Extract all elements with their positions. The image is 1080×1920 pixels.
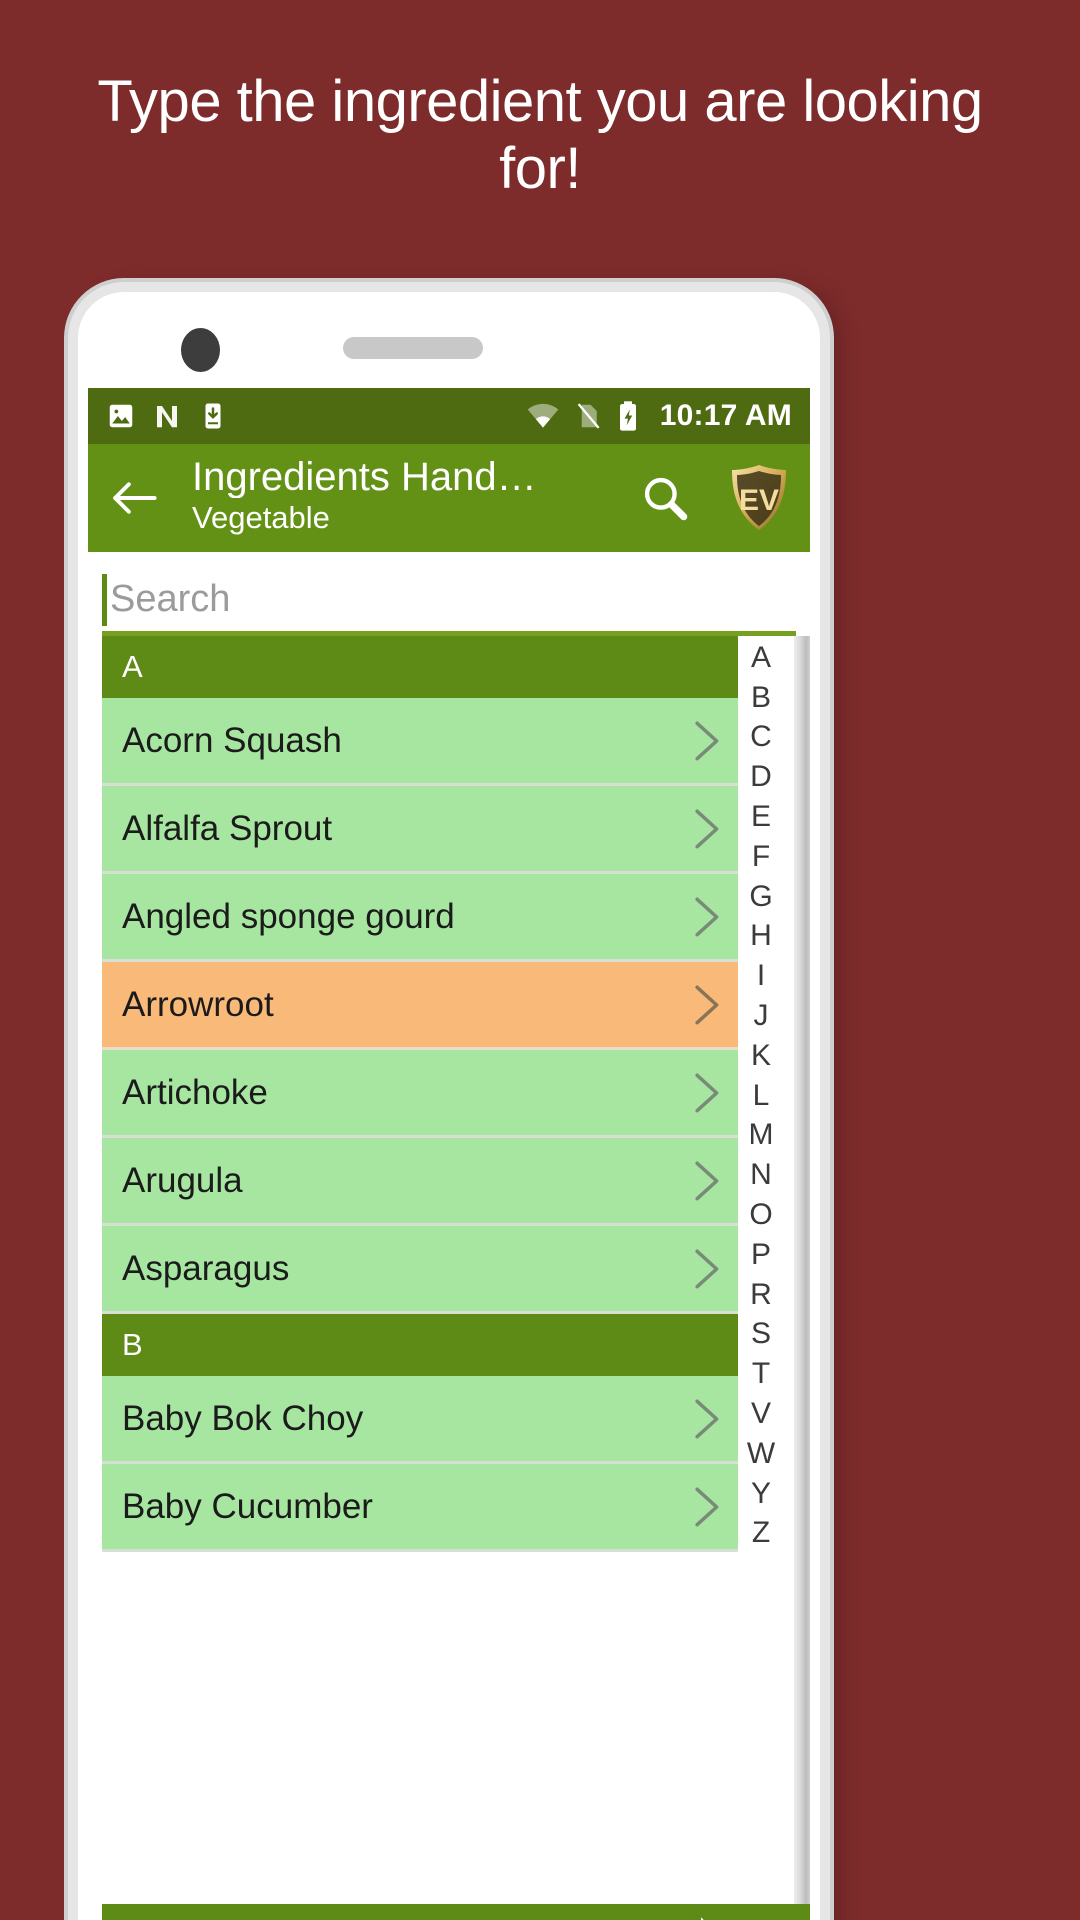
chevron-right-icon (695, 1073, 719, 1112)
chevron-right-icon (695, 897, 719, 936)
list-icon (429, 1915, 483, 1920)
list-item-label: Artichoke (122, 1072, 268, 1112)
list-item-label: Arrowroot (122, 984, 274, 1024)
alpha-index-letter[interactable]: N (738, 1155, 784, 1195)
no-sim-icon (577, 403, 600, 429)
bottom-navigation-bar (102, 1904, 810, 1920)
earpiece-speaker (343, 337, 483, 359)
list-item-label: Alfalfa Sprout (122, 808, 333, 848)
search-input[interactable]: Search (102, 568, 796, 636)
alpha-index-letter[interactable]: Z (738, 1514, 784, 1554)
list-item-label: Asparagus (122, 1248, 290, 1288)
alpha-index-letter[interactable]: K (738, 1036, 784, 1076)
phone-screen: 10:17 AM Ingredients Hand… Vegetable EV … (88, 302, 810, 1920)
status-bar-left-icons (106, 401, 228, 431)
alpha-index-letter[interactable]: F (738, 837, 784, 877)
back-arrow-icon (113, 482, 157, 514)
alpha-index-letter[interactable]: I (738, 956, 784, 996)
android-status-bar: 10:17 AM (88, 388, 810, 444)
alpha-index-letter[interactable]: P (738, 1235, 784, 1275)
alpha-index-letter[interactable]: J (738, 996, 784, 1036)
alpha-index-letter[interactable]: A (738, 638, 784, 678)
alpha-index-letter[interactable]: S (738, 1315, 784, 1355)
wifi-icon (527, 403, 559, 428)
list-item[interactable]: Angled sponge gourd (102, 874, 738, 962)
alpha-index-letter[interactable]: Y (738, 1474, 784, 1514)
promo-headline: Type the ingredient you are looking for! (97, 69, 983, 202)
nav-share-button[interactable] (617, 1912, 767, 1920)
list-item[interactable]: Artichoke (102, 1050, 738, 1138)
chevron-right-icon (695, 1487, 719, 1526)
list-item-label: Acorn Squash (122, 720, 342, 760)
list-item[interactable]: Acorn Squash (102, 698, 738, 786)
ev-shield-icon: EV (732, 465, 786, 530)
chevron-right-icon (695, 985, 719, 1024)
phone-frame: 10:17 AM Ingredients Hand… Vegetable EV … (78, 292, 820, 1920)
chevron-right-icon (695, 721, 719, 760)
brand-logo[interactable]: EV (726, 462, 792, 534)
search-placeholder: Search (110, 578, 231, 620)
alpha-index-letter[interactable]: R (738, 1275, 784, 1315)
alpha-index-letter[interactable]: D (738, 757, 784, 797)
alpha-index-letter[interactable]: T (738, 1354, 784, 1394)
alpha-index-letter[interactable]: O (738, 1195, 784, 1235)
section-header: A (102, 636, 738, 698)
scrollbar[interactable] (794, 636, 810, 1920)
nova-launcher-icon (157, 406, 177, 428)
alpha-index-letter[interactable]: V (738, 1394, 784, 1434)
alpha-index-letter[interactable]: W (738, 1434, 784, 1474)
download-icon (205, 403, 221, 429)
chevron-right-icon (695, 809, 719, 848)
search-icon (644, 477, 688, 521)
status-bar-clock: 10:17 AM (659, 399, 792, 432)
list-item-selected[interactable]: Arrowroot (102, 962, 738, 1050)
list-item[interactable]: Baby Cucumber (102, 1464, 738, 1552)
content-area: A Acorn Squash Alfalfa Sprout Angled spo… (88, 636, 810, 1920)
image-icon (109, 404, 133, 428)
list-item-label: Baby Bok Choy (122, 1398, 364, 1438)
ev-shield-text: EV (739, 484, 779, 517)
chevron-right-icon (695, 1161, 719, 1200)
section-header: B (102, 1314, 738, 1376)
alpha-index-letter[interactable]: G (738, 877, 784, 917)
list-item[interactable]: Arugula (102, 1138, 738, 1226)
list-item-label: Baby Cucumber (122, 1486, 373, 1526)
alpha-index-letter[interactable]: E (738, 797, 784, 837)
list-item-label: Arugula (122, 1160, 243, 1200)
app-toolbar: Ingredients Hand… Vegetable EV (88, 444, 810, 552)
home-icon (193, 1915, 247, 1920)
alpha-index-letter[interactable]: M (738, 1116, 784, 1156)
alpha-index-letter[interactable]: H (738, 917, 784, 957)
back-button[interactable] (102, 466, 166, 530)
ingredient-list[interactable]: A Acorn Squash Alfalfa Sprout Angled spo… (88, 636, 738, 1920)
text-caret (102, 574, 107, 626)
page-subtitle: Vegetable (192, 500, 330, 536)
status-bar-right-icons: 10:17 AM (526, 399, 792, 433)
list-item[interactable]: Alfalfa Sprout (102, 786, 738, 874)
search-bar-row: Search (88, 552, 810, 636)
alpha-index-letter[interactable]: B (738, 678, 784, 718)
nav-list-button[interactable] (381, 1912, 531, 1920)
list-item[interactable]: Asparagus (102, 1226, 738, 1314)
alpha-index-letter[interactable]: L (738, 1076, 784, 1116)
chevron-right-icon (695, 1399, 719, 1438)
search-button[interactable] (630, 463, 700, 533)
page-title: Ingredients Hand… (192, 455, 537, 499)
list-item-label: Angled sponge gourd (122, 896, 455, 936)
share-icon (701, 1917, 704, 1920)
nav-home-button[interactable] (145, 1912, 295, 1920)
battery-charging-icon (619, 401, 636, 431)
toolbar-titles: Ingredients Hand… Vegetable (166, 456, 630, 541)
chevron-right-icon (695, 1249, 719, 1288)
alpha-index-letter[interactable]: C (738, 718, 784, 758)
front-camera-icon (181, 328, 220, 372)
list-item[interactable]: Baby Bok Choy (102, 1376, 738, 1464)
phone-top-bezel (88, 302, 810, 388)
